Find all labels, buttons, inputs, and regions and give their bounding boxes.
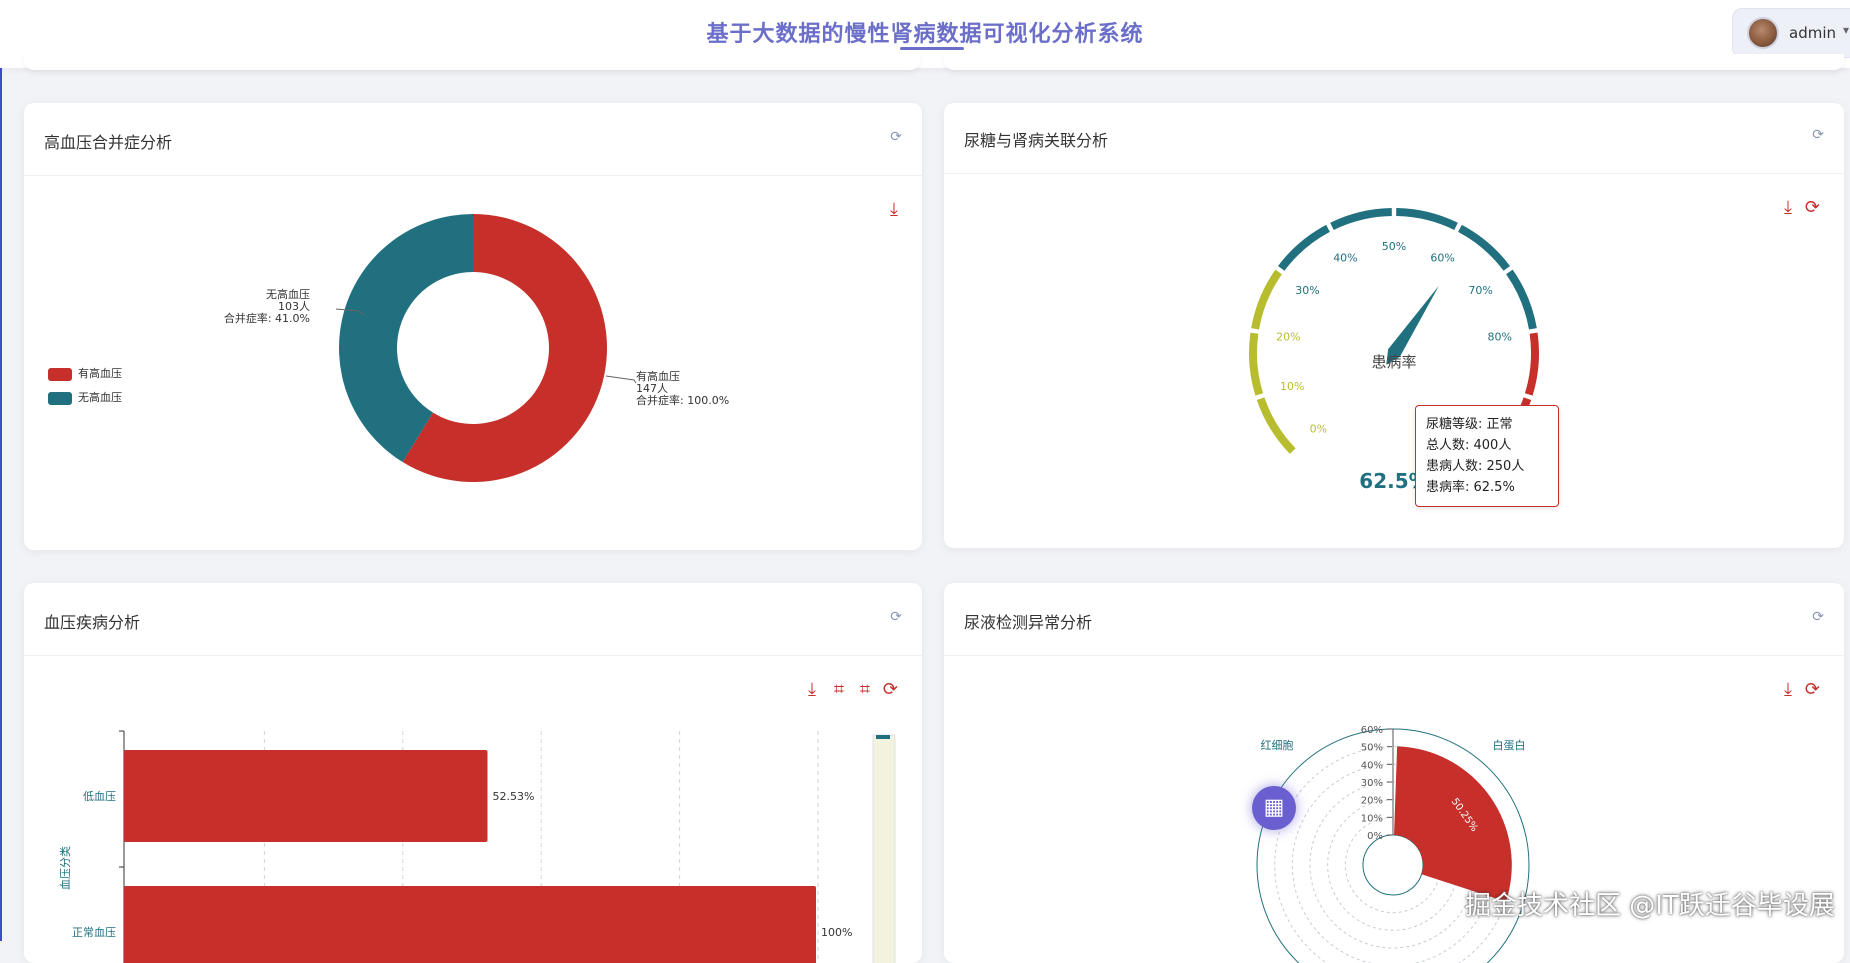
polar-bars: 50.25% <box>1394 746 1512 902</box>
gauge-arc-segment <box>1251 269 1282 330</box>
gauge-tick-label: 10% <box>1280 380 1304 393</box>
bar-value-label: 100% <box>821 926 852 939</box>
gauge-name: 患病率 <box>1371 353 1416 371</box>
polar-tick-label: 30% <box>1361 778 1383 789</box>
gauge-arc-segment <box>1330 208 1392 230</box>
bar <box>124 750 488 842</box>
gauge-tick-label: 0% <box>1310 423 1327 436</box>
gauge-arc-segment <box>1249 332 1264 396</box>
datazoom-handle[interactable] <box>876 735 890 739</box>
bar-series: 52.53% 100% <box>124 750 852 963</box>
donut-slices <box>338 214 607 482</box>
app-title: 基于大数据的慢性肾病数据可视化分析系统 <box>706 22 1144 47</box>
username: admin <box>1789 24 1836 42</box>
gauge-chart: 0%10%20%30%40%50%60%70%80% 患病率 62.5% <box>1249 208 1539 493</box>
polar-tick-label: 60% <box>1361 725 1383 736</box>
previous-card-bottom <box>24 54 920 70</box>
card-bp: 血压疾病分析 ⟳ ⤓ ⌗ ⌗ ⟳ 52.53% 100% 低血压 正常血压 血压分类 <box>24 583 922 963</box>
tooltip-line: 患病率: 62.5% <box>1426 480 1515 495</box>
bar-value-label: 52.53% <box>493 790 535 803</box>
slice-label-name: 有高血压 <box>636 369 680 383</box>
bar-category-label: 正常血压 <box>72 925 116 939</box>
gauge-tick-label: 60% <box>1430 252 1454 265</box>
user-menu[interactable]: admin ▾ <box>1732 8 1850 58</box>
slice-label-rate: 合并症率: 100.0% <box>636 393 729 407</box>
bar-chart: 52.53% 100% 低血压正常血压 血压分类 <box>58 730 896 963</box>
gauge-tick-label: 20% <box>1276 330 1300 343</box>
gauge-tick-label: 80% <box>1487 330 1511 343</box>
gauge-tick-label: 50% <box>1382 240 1406 253</box>
polar-category-label: 红细胞 <box>1261 739 1294 752</box>
bar-category-label: 低血压 <box>83 789 116 803</box>
polar-tick-label: 50% <box>1361 743 1383 754</box>
y-axis-label: 血压分类 <box>58 846 72 890</box>
gauge-tick-label: 70% <box>1468 284 1492 297</box>
polar-bar <box>1394 746 1512 902</box>
gauge-arc-segment <box>1396 208 1458 230</box>
gauge-arc-segment <box>1278 224 1330 271</box>
grid-menu-button[interactable]: ▦ <box>1252 786 1296 830</box>
label-leader-line <box>605 375 637 384</box>
grid-icon: ▦ <box>1263 795 1285 820</box>
tooltip-line: 总人数: 400人 <box>1426 438 1512 453</box>
left-edge-accent <box>0 0 2 941</box>
donut-chart: 无高血压 103人 合并症率: 41.0% 有高血压 147人 合并症率: 10… <box>224 214 729 482</box>
slice-label-name: 无高血压 <box>266 287 310 301</box>
polar-category-label: 白蛋白 <box>1492 738 1525 752</box>
polar-tick-label: 20% <box>1361 796 1383 807</box>
gauge-tick-label: 40% <box>1333 252 1357 265</box>
gauge-tooltip: 尿糖等级: 正常 总人数: 400人 患病人数: 250人 患病率: 62.5% <box>1415 405 1559 507</box>
gauge-tick-label: 30% <box>1295 284 1319 297</box>
polar-tick-label: 0% <box>1367 831 1383 842</box>
bar-category-labels: 低血压正常血压 <box>72 789 116 939</box>
tooltip-line: 尿糖等级: 正常 <box>1426 417 1513 432</box>
polar-ring <box>1362 834 1424 896</box>
polar-radial-ticks: 0% 10% 20% 30% 40% 50% 60% <box>1361 725 1394 842</box>
tooltip-line: 患病人数: 250人 <box>1426 459 1525 474</box>
previous-card-bottom <box>944 54 1844 70</box>
chevron-down-icon: ▾ <box>1843 23 1850 37</box>
polar-tick-label: 40% <box>1361 760 1383 771</box>
datazoom-slider[interactable] <box>872 734 896 963</box>
gauge-arc-segment <box>1524 332 1539 396</box>
card-hypertension: 高血压合并症分析 ⟳ ⤓ 有高血压 无高血压 无高血压 103人 合并症率: 4… <box>24 103 922 550</box>
title-underline <box>900 47 964 50</box>
bar <box>124 886 816 963</box>
gauge-arc-segment <box>1506 269 1537 330</box>
watermark: 掘金技术社区 @IT跃迁谷毕设展 <box>1465 891 1835 921</box>
polar-tick-label: 10% <box>1361 813 1383 824</box>
avatar <box>1747 17 1779 49</box>
gauge-arc-segment <box>1458 224 1510 271</box>
slice-label-rate: 合并症率: 41.0% <box>224 311 310 325</box>
gauge-arc-segment <box>1256 397 1296 454</box>
card-glucose: 尿糖与肾病关联分析 ⟳ ⤓ ⟳ 0% 10% 20% 30% 40% 50% 60% 70% 8… <box>944 103 1844 548</box>
